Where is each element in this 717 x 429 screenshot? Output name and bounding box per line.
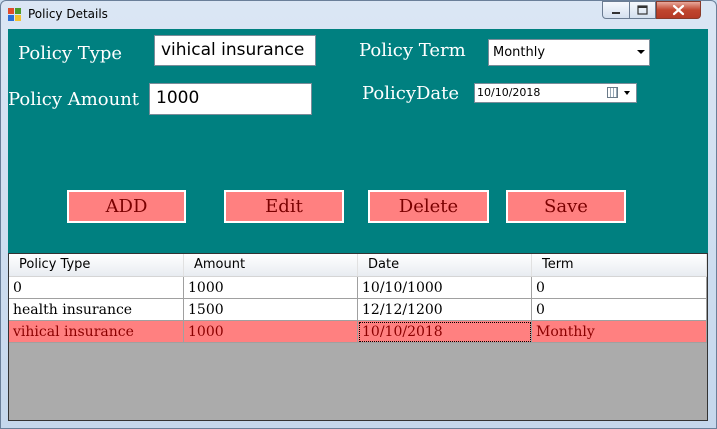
cell-date[interactable]: 10/10/1000	[358, 277, 532, 299]
table-row-selected[interactable]: vihical insurance 1000 10/10/2018 Monthl…	[9, 321, 707, 343]
minimize-button[interactable]	[602, 1, 630, 19]
table-row[interactable]: health insurance 1500 12/12/1200 0	[9, 299, 707, 321]
add-button[interactable]: ADD	[67, 190, 186, 223]
edit-button[interactable]: Edit	[224, 190, 344, 223]
cell-amount[interactable]: 1500	[184, 299, 358, 321]
close-button[interactable]	[656, 1, 701, 19]
dropdown-arrow-icon[interactable]	[624, 91, 630, 95]
policy-amount-label: Policy Amount	[8, 89, 140, 110]
cell-policy-type[interactable]: 0	[9, 277, 184, 299]
cell-policy-type[interactable]: health insurance	[9, 299, 184, 321]
column-header-date[interactable]: Date	[358, 254, 532, 276]
policy-type-input[interactable]: vihical insurance	[154, 35, 316, 66]
policy-type-label: Policy Type	[18, 43, 123, 64]
minimize-icon	[612, 12, 620, 14]
policy-date-value: 10/10/2018	[477, 86, 541, 99]
policy-term-value: Monthly	[493, 45, 546, 60]
cell-amount[interactable]: 1000	[184, 321, 358, 343]
column-header-policy-type[interactable]: Policy Type	[9, 254, 184, 276]
column-header-term[interactable]: Term	[532, 254, 707, 276]
policy-grid[interactable]: Policy Type Amount Date Term 0 1000 10/1…	[8, 253, 708, 421]
table-row[interactable]: 0 1000 10/10/1000 0	[9, 277, 707, 299]
cell-date[interactable]: 12/12/1200	[358, 299, 532, 321]
cell-date[interactable]: 10/10/2018	[358, 321, 532, 343]
client-area: Policy Type vihical insurance Policy Amo…	[8, 29, 708, 421]
maximize-button[interactable]	[629, 1, 656, 19]
title-bar[interactable]: Policy Details	[1, 1, 716, 27]
column-header-amount[interactable]: Amount	[184, 254, 358, 276]
window-title: Policy Details	[28, 7, 108, 21]
policy-term-select[interactable]: Monthly	[488, 39, 650, 66]
policy-date-label: PolicyDate	[362, 83, 460, 104]
calendar-icon[interactable]	[607, 87, 618, 98]
cell-policy-type[interactable]: vihical insurance	[9, 321, 184, 343]
policy-date-picker[interactable]: 10/10/2018	[474, 83, 637, 103]
app-icon	[8, 7, 22, 21]
policy-details-window: Policy Details Policy Type vihical insur…	[0, 0, 717, 429]
maximize-icon	[637, 5, 648, 15]
cell-term[interactable]: 0	[532, 299, 707, 321]
policy-amount-input[interactable]: 1000	[149, 83, 312, 115]
cell-term[interactable]: Monthly	[532, 321, 707, 343]
policy-term-label: Policy Term	[359, 40, 466, 61]
save-button[interactable]: Save	[506, 190, 626, 223]
delete-button[interactable]: Delete	[368, 190, 489, 223]
grid-header: Policy Type Amount Date Term	[9, 254, 707, 277]
dropdown-arrow-icon[interactable]	[637, 50, 645, 54]
cell-term[interactable]: 0	[532, 277, 707, 299]
close-icon	[672, 4, 685, 16]
cell-amount[interactable]: 1000	[184, 277, 358, 299]
